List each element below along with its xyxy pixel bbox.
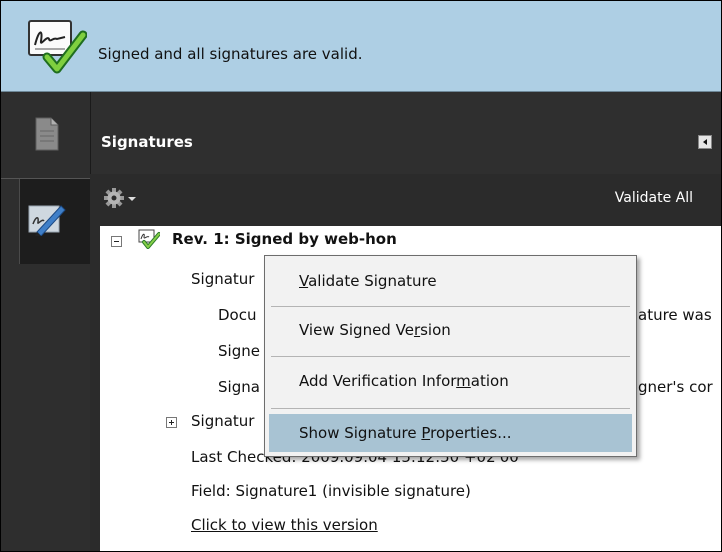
menu-item-validate-signature[interactable]: Validate Signature [269, 262, 632, 300]
menu-item-add-verification-information[interactable]: Add Verification Information [269, 362, 632, 400]
panel-toolbar: Validate All [90, 174, 721, 226]
chevron-down-icon[interactable] [128, 197, 136, 201]
menu-separator [271, 356, 630, 357]
tree-row-signature-valid[interactable]: Signatur [191, 270, 254, 288]
panel-header: Signatures [90, 92, 721, 174]
app-window: Signed and all signatures are valid. Sig… [0, 0, 722, 552]
tree-row-signature-details[interactable]: Signatur [191, 412, 254, 430]
page-thumbnails-icon[interactable] [34, 117, 60, 151]
tree-row-signature-time-tail: gner's cor [638, 378, 713, 396]
tree-row-signer: Signe [218, 342, 260, 360]
collapse-tree-icon[interactable] [111, 236, 122, 247]
tree-row-field: Field: Signature1 (invisible signature) [191, 482, 471, 500]
tree-row-document: Docu [218, 306, 257, 324]
signature-pen-icon[interactable] [27, 202, 67, 236]
menu-label-post: ation [470, 372, 509, 390]
menu-mnemonic: P [421, 424, 431, 442]
signature-status-message: Signed and all signatures are valid. [98, 45, 363, 63]
view-version-link[interactable]: Click to view this version [191, 516, 378, 534]
signature-valid-icon [28, 20, 87, 74]
menu-label-post: alidate Signature [308, 272, 437, 290]
gear-icon[interactable] [103, 187, 125, 209]
panel-title: Signatures [101, 133, 193, 151]
menu-separator [271, 306, 630, 307]
menu-item-view-signed-version[interactable]: View Signed Version [269, 311, 632, 349]
collapse-arrow-icon[interactable] [698, 135, 712, 149]
document-message-bar: Signed and all signatures are valid. [1, 1, 721, 92]
revision-title[interactable]: Rev. 1: Signed by web-hon [172, 230, 397, 248]
validate-all-button[interactable]: Validate All [615, 190, 693, 206]
menu-mnemonic: V [299, 272, 309, 290]
tree-row-document-tail: ature was [638, 306, 712, 324]
menu-separator [271, 408, 630, 409]
menu-label-post: roperties... [430, 424, 512, 442]
menu-label-pre: Show Signature [299, 424, 422, 442]
navigation-pane-tabs [1, 92, 91, 551]
signature-valid-small-icon [138, 229, 160, 249]
menu-label-pre: View Signed Ve [299, 321, 414, 339]
expand-tree-icon[interactable] [166, 417, 177, 428]
tree-row-signature-time: Signa [218, 378, 260, 396]
menu-label-pre: Add Verification Infor [299, 372, 457, 390]
signature-context-menu: Validate Signature View Signed Version A… [264, 255, 637, 457]
menu-item-show-signature-properties[interactable]: Show Signature Properties... [269, 414, 632, 452]
menu-label-post: sion [420, 321, 451, 339]
menu-mnemonic: m [456, 372, 471, 390]
